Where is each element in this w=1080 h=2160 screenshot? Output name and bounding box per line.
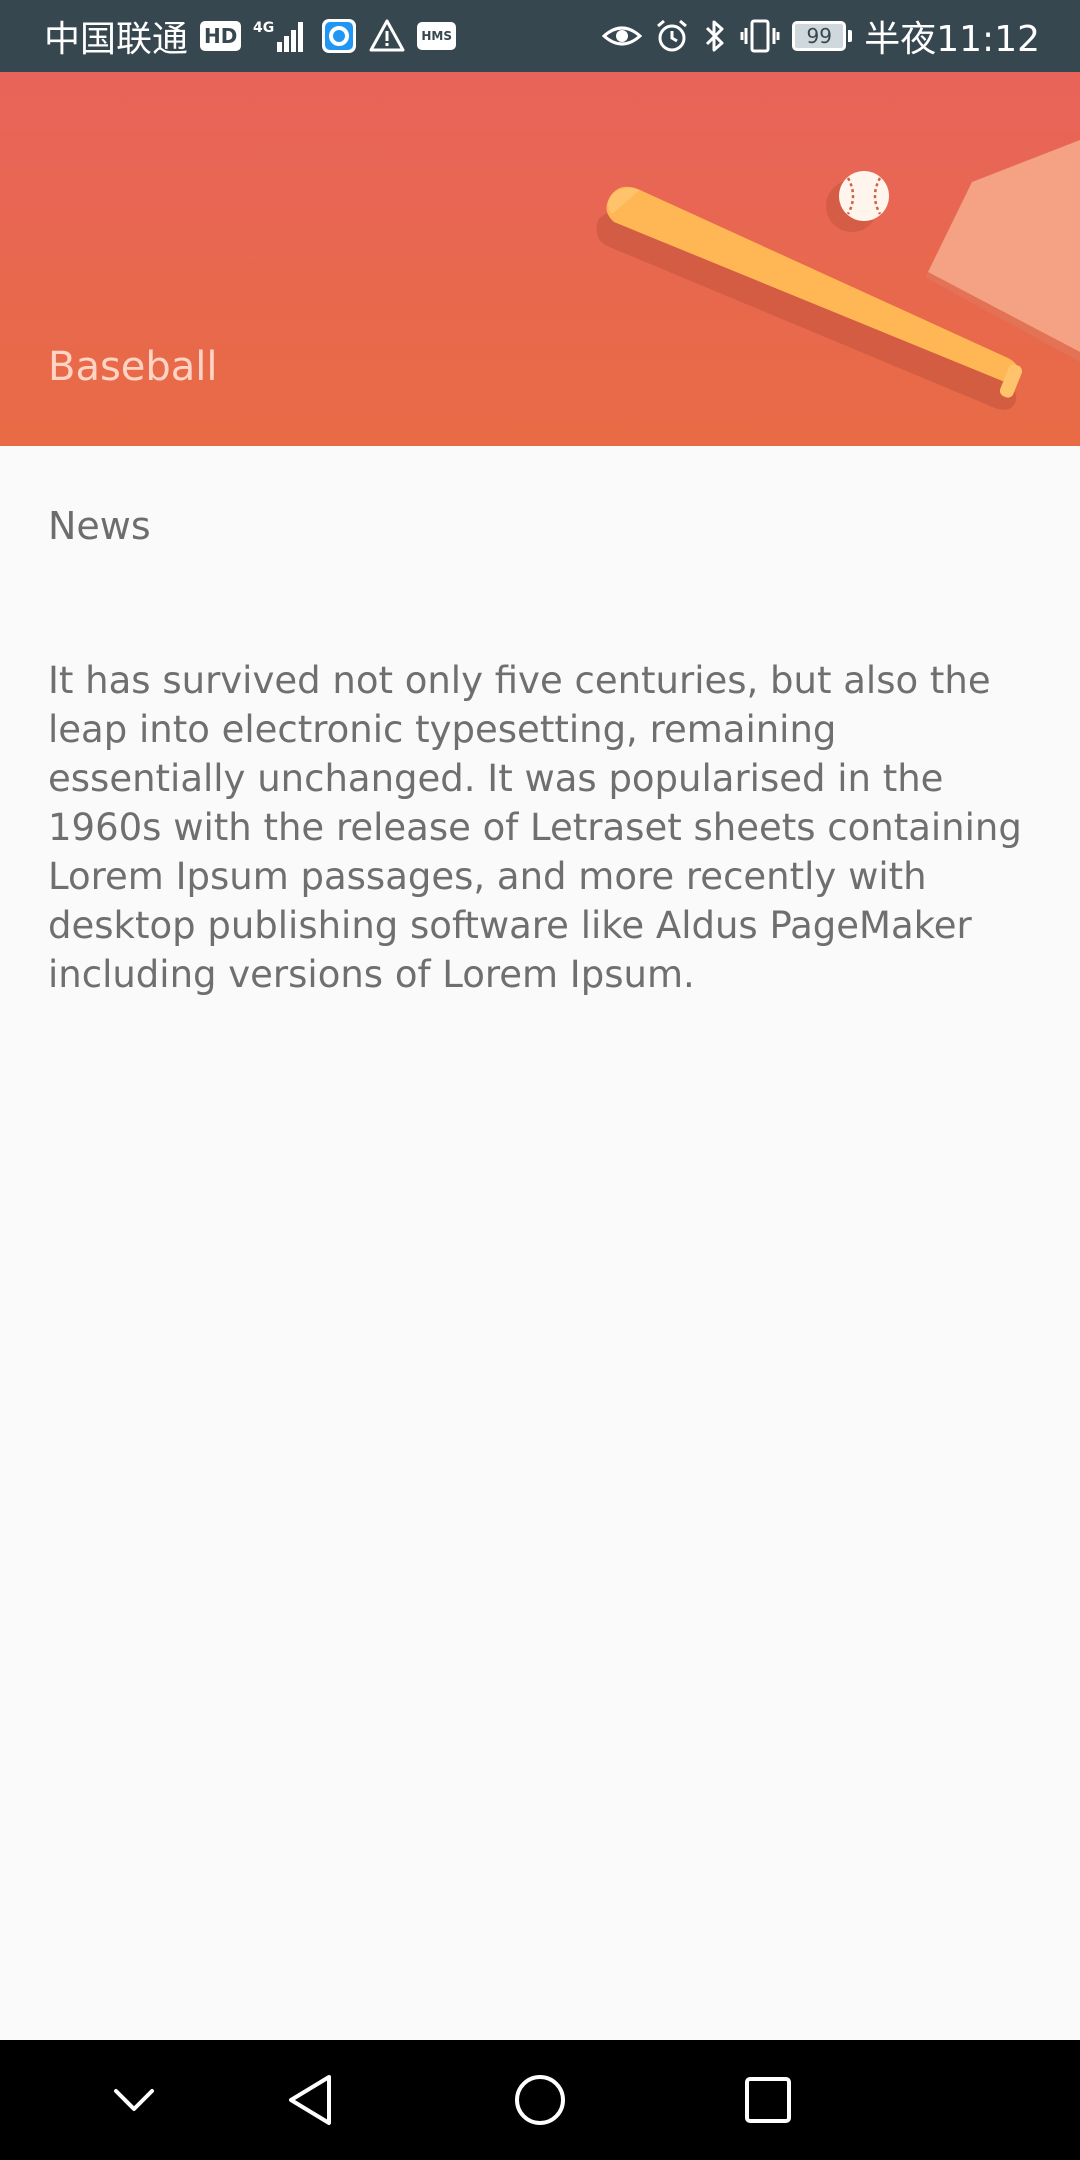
hd-icon: HD <box>200 21 242 51</box>
content-area: News It has survived not only five centu… <box>0 446 1080 999</box>
warning-icon <box>369 18 405 54</box>
recents-icon[interactable] <box>738 2070 798 2130</box>
battery-icon: 99 <box>792 21 853 51</box>
network-type: 4G <box>253 20 274 36</box>
navigation-bar <box>0 2040 1080 2160</box>
app-notification-icon <box>321 18 357 54</box>
signal-icon: 4G <box>253 18 309 54</box>
bluetooth-icon <box>702 18 728 54</box>
battery-level: 99 <box>792 21 847 51</box>
chevron-down-icon[interactable] <box>104 2070 164 2130</box>
status-bar-right: 99 半夜11:12 <box>602 10 1040 62</box>
header-banner: Baseball <box>0 72 1080 446</box>
vibrate-icon <box>740 18 780 54</box>
hms-icon: HMS <box>417 22 456 50</box>
eye-icon <box>602 18 643 54</box>
alarm-icon <box>654 18 690 54</box>
status-bar-left: 中国联通 HD 4G HMS <box>44 10 456 62</box>
carrier-name: 中国联通 <box>44 19 189 60</box>
status-bar: 中国联通 HD 4G HMS 99 半夜11:12 <box>0 0 1080 72</box>
screen: 中国联通 HD 4G HMS 99 半夜11:12 Baseball News … <box>0 0 1080 2160</box>
header-title: Baseball <box>48 344 218 390</box>
back-icon[interactable] <box>280 2070 340 2130</box>
section-title: News <box>48 504 151 548</box>
clock: 半夜11:12 <box>864 19 1040 60</box>
home-icon[interactable] <box>510 2070 570 2130</box>
article-body: It has survived not only five centuries,… <box>48 659 1022 996</box>
